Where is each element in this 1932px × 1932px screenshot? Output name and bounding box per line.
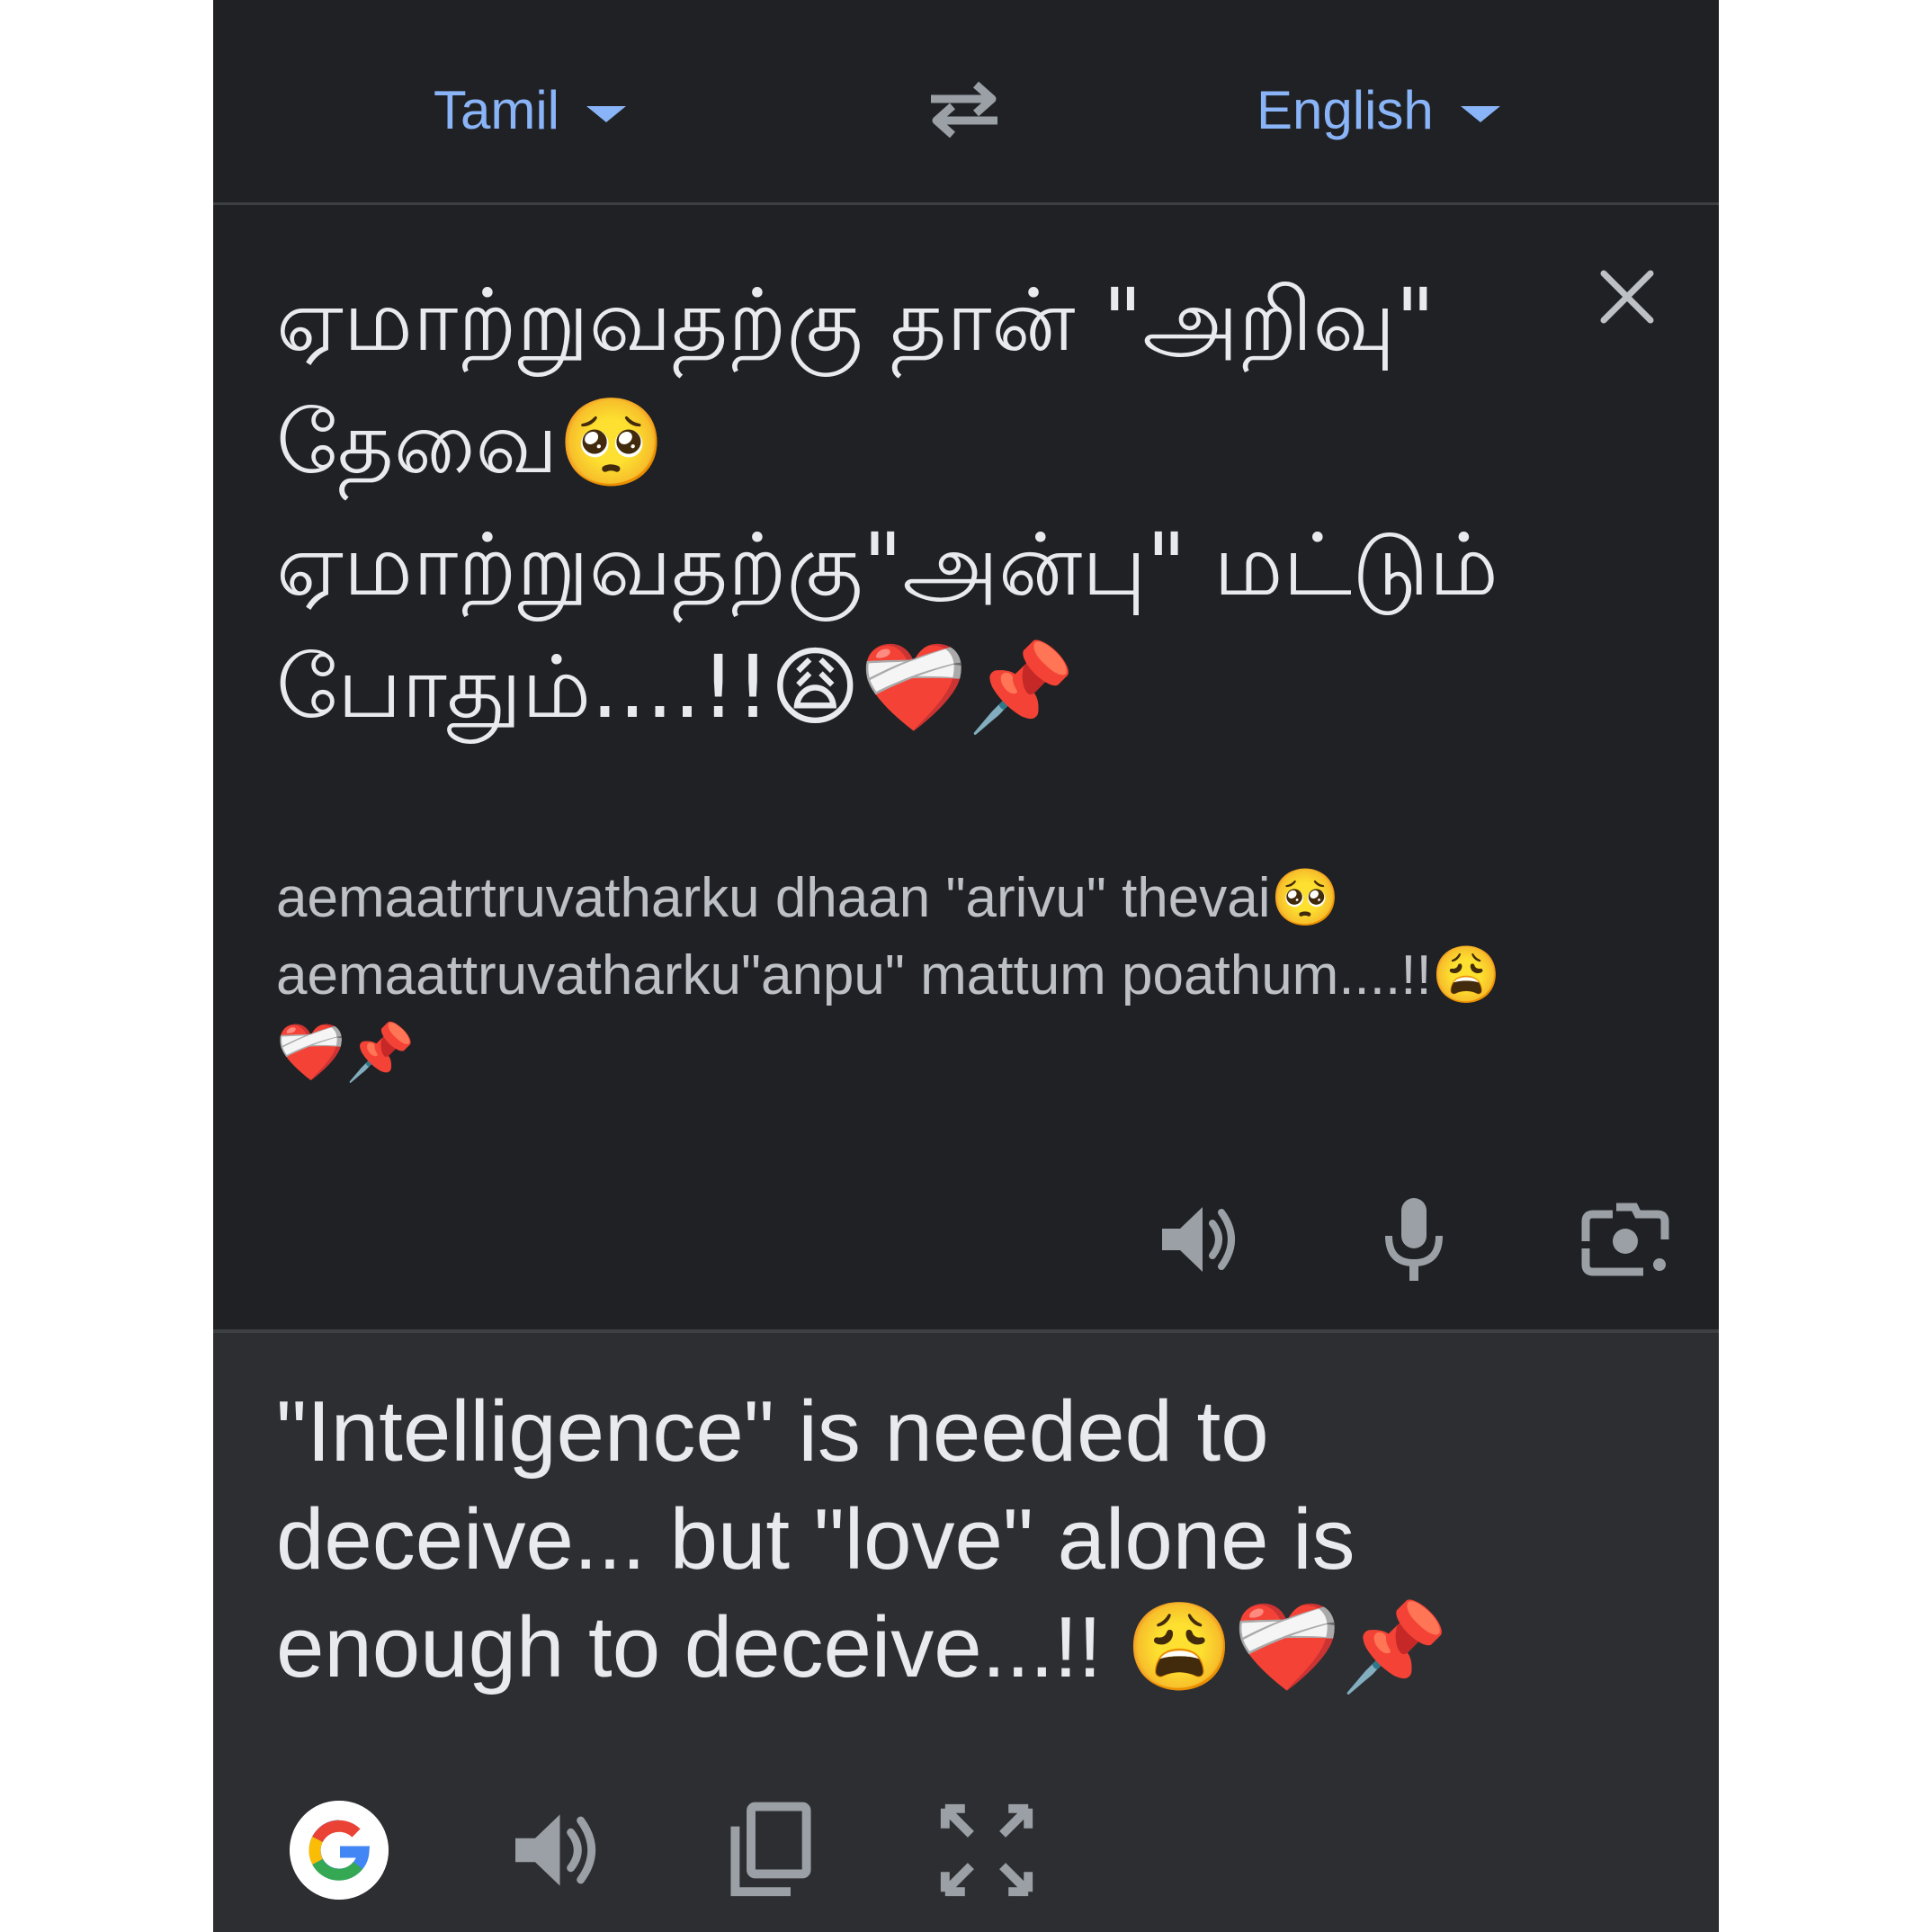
transliteration-text: aemaatrtruvatharku dhaan "arivu" thevai🥺…	[276, 867, 1501, 1084]
speaker-icon[interactable]	[505, 1801, 604, 1900]
source-panel: ஏமாற்றுவதற்கு தான் "அறிவு" தேவை🥺 ஏமாற்று…	[213, 205, 1719, 1333]
chevron-down-icon	[586, 105, 627, 122]
fullscreen-icon[interactable]	[937, 1801, 1036, 1900]
camera-icon[interactable]	[1580, 1194, 1670, 1284]
target-language-label: English	[1257, 80, 1434, 140]
close-icon[interactable]	[1598, 268, 1656, 326]
translation-text: "Intelligence" is needed to deceive... b…	[276, 1383, 1449, 1695]
translation-panel: "Intelligence" is needed to deceive... b…	[213, 1333, 1719, 1932]
language-bar: Tamil English	[213, 0, 1719, 205]
swap-arrows-icon[interactable]	[924, 77, 1005, 140]
copy-icon[interactable]	[721, 1801, 820, 1900]
speaker-icon[interactable]	[1153, 1194, 1243, 1284]
source-text-input[interactable]: ஏமாற்றுவதற்கு தான் "அறிவு" தேவை🥺 ஏமாற்று…	[276, 259, 1535, 748]
source-language-label: Tamil	[434, 80, 560, 140]
chevron-down-icon	[1460, 105, 1500, 122]
target-language-selector[interactable]: English	[1257, 79, 1500, 141]
source-language-selector[interactable]: Tamil	[434, 79, 627, 141]
microphone-icon[interactable]	[1369, 1194, 1459, 1284]
translate-screen: Tamil English ஏமாற்றுவதற்கு தான் "அறிவு"…	[213, 0, 1719, 1932]
google-logo-icon[interactable]	[290, 1801, 389, 1900]
